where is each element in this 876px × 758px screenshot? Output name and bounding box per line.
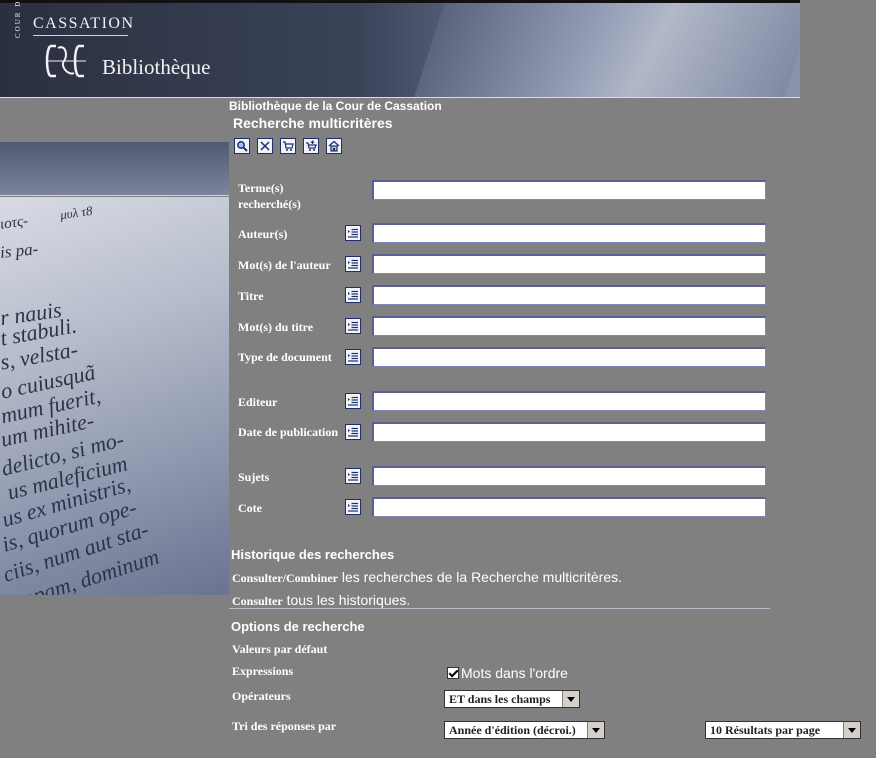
book-text-line: μυλ τ8 [59,202,94,223]
history-line-all: Consulter tous les historiques. [232,592,410,609]
index-list-button[interactable] [345,225,361,241]
field-label: Sujets [238,470,270,484]
operators-label: Opérateurs [232,689,291,703]
cart-button[interactable] [280,138,296,154]
banner-vertical-label: COUR DE [14,0,22,38]
banner-cassation: CASSATION [33,15,135,32]
index-list-icon [348,396,358,406]
search-field-input[interactable] [372,223,766,243]
index-list-icon [348,352,358,362]
clear-icon [260,141,270,151]
search-field-input[interactable] [372,285,766,305]
search-field-input[interactable] [372,497,766,517]
search-field-input[interactable] [372,316,766,336]
field-label: Type de document [238,350,332,364]
operators-select[interactable]: ET dans les champs [444,690,580,708]
cart-add-icon [306,140,317,151]
index-list-icon [348,502,358,512]
field-label: Date de publication [238,425,339,439]
search-icon [237,141,248,152]
words-in-order-checkbox[interactable] [447,667,459,679]
cart-add-button[interactable] [303,138,319,154]
defaults-label: Valeurs par défaut [232,642,328,656]
field-label: Auteur(s) [238,227,288,241]
side-book-image: ιοτς-μυλ τ8 is pa-r nauis t stabuli. s, vel… [0,197,229,595]
history-line-all-text: tous les historiques. [286,592,411,608]
consult-combine-link[interactable]: Consulter/Combiner [232,571,338,585]
sort-select[interactable]: Année d'édition (décroi.) [444,721,605,739]
index-list-button[interactable] [345,287,361,303]
search-field-input[interactable] [372,422,766,442]
index-list-icon [348,471,358,481]
sort-select-value: Année d'édition (décroi.) [449,723,576,737]
index-list-icon [348,259,358,269]
index-list-button[interactable] [345,424,361,440]
field-label: Mot(s) de l'auteur [238,258,331,272]
index-list-icon [348,321,358,331]
cart-icon [283,141,294,151]
court-logo-icon [45,44,86,78]
index-list-button[interactable] [345,256,361,272]
banner-divider [33,35,128,36]
search-field-input[interactable] [372,180,766,200]
book-text-line: is pa- [0,239,40,262]
field-label: Mot(s) du titre [238,320,314,334]
banner-bibliotheque: Bibliothèque [102,55,211,79]
per-page-select[interactable]: 10 Résultats par page [705,721,861,739]
section-divider [229,608,770,609]
index-list-button[interactable] [345,349,361,365]
site-name: Bibliothèque de la Cour de Cassation [229,99,442,113]
search-button[interactable] [234,138,250,154]
side-image-strip [0,142,229,196]
search-field-input[interactable] [372,391,766,411]
index-list-button[interactable] [345,499,361,515]
history-line-combine-text: les recherches de la Recherche multicrit… [341,569,623,585]
chevron-down-icon [587,722,604,738]
index-list-icon [348,427,358,437]
chevron-down-icon [562,691,579,707]
field-label: Editeur [238,395,278,409]
expressions-option: Mots dans l'ordre [447,665,568,681]
expressions-label: Expressions [232,664,294,678]
site-banner: COUR DE CASSATION Bibliothèque [0,0,800,98]
history-title: Historique des recherches [231,547,395,562]
per-page-select-value: 10 Résultats par page [710,723,821,737]
chevron-down-icon [843,722,860,738]
index-list-button[interactable] [345,393,361,409]
field-label: Titre [238,289,264,303]
search-field-input[interactable] [372,347,766,367]
field-label: Cote [238,501,262,515]
index-list-button[interactable] [345,318,361,334]
operators-select-value: ET dans les champs [449,692,551,706]
book-text-line: ιοτς- [0,213,30,233]
index-list-icon [348,290,358,300]
sort-label: Tri des réponses par [232,719,337,733]
search-field-input[interactable] [372,254,766,274]
history-line-combine: Consulter/Combiner les recherches de la … [232,569,622,586]
search-toolbar [234,138,342,154]
field-label: Terme(s) recherché(s) [238,181,301,211]
home-button[interactable] [326,138,342,154]
clear-button[interactable] [257,138,273,154]
home-icon [328,140,340,152]
consult-all-link[interactable]: Consulter [232,594,283,608]
words-in-order-label: Mots dans l'ordre [461,665,568,681]
index-list-icon [348,228,358,238]
search-field-input[interactable] [372,466,766,486]
banner-top-edge [0,0,800,3]
options-title: Options de recherche [231,619,365,634]
banner-book-image [414,0,800,97]
index-list-button[interactable] [345,468,361,484]
page-title: Recherche multicritères [233,115,393,131]
